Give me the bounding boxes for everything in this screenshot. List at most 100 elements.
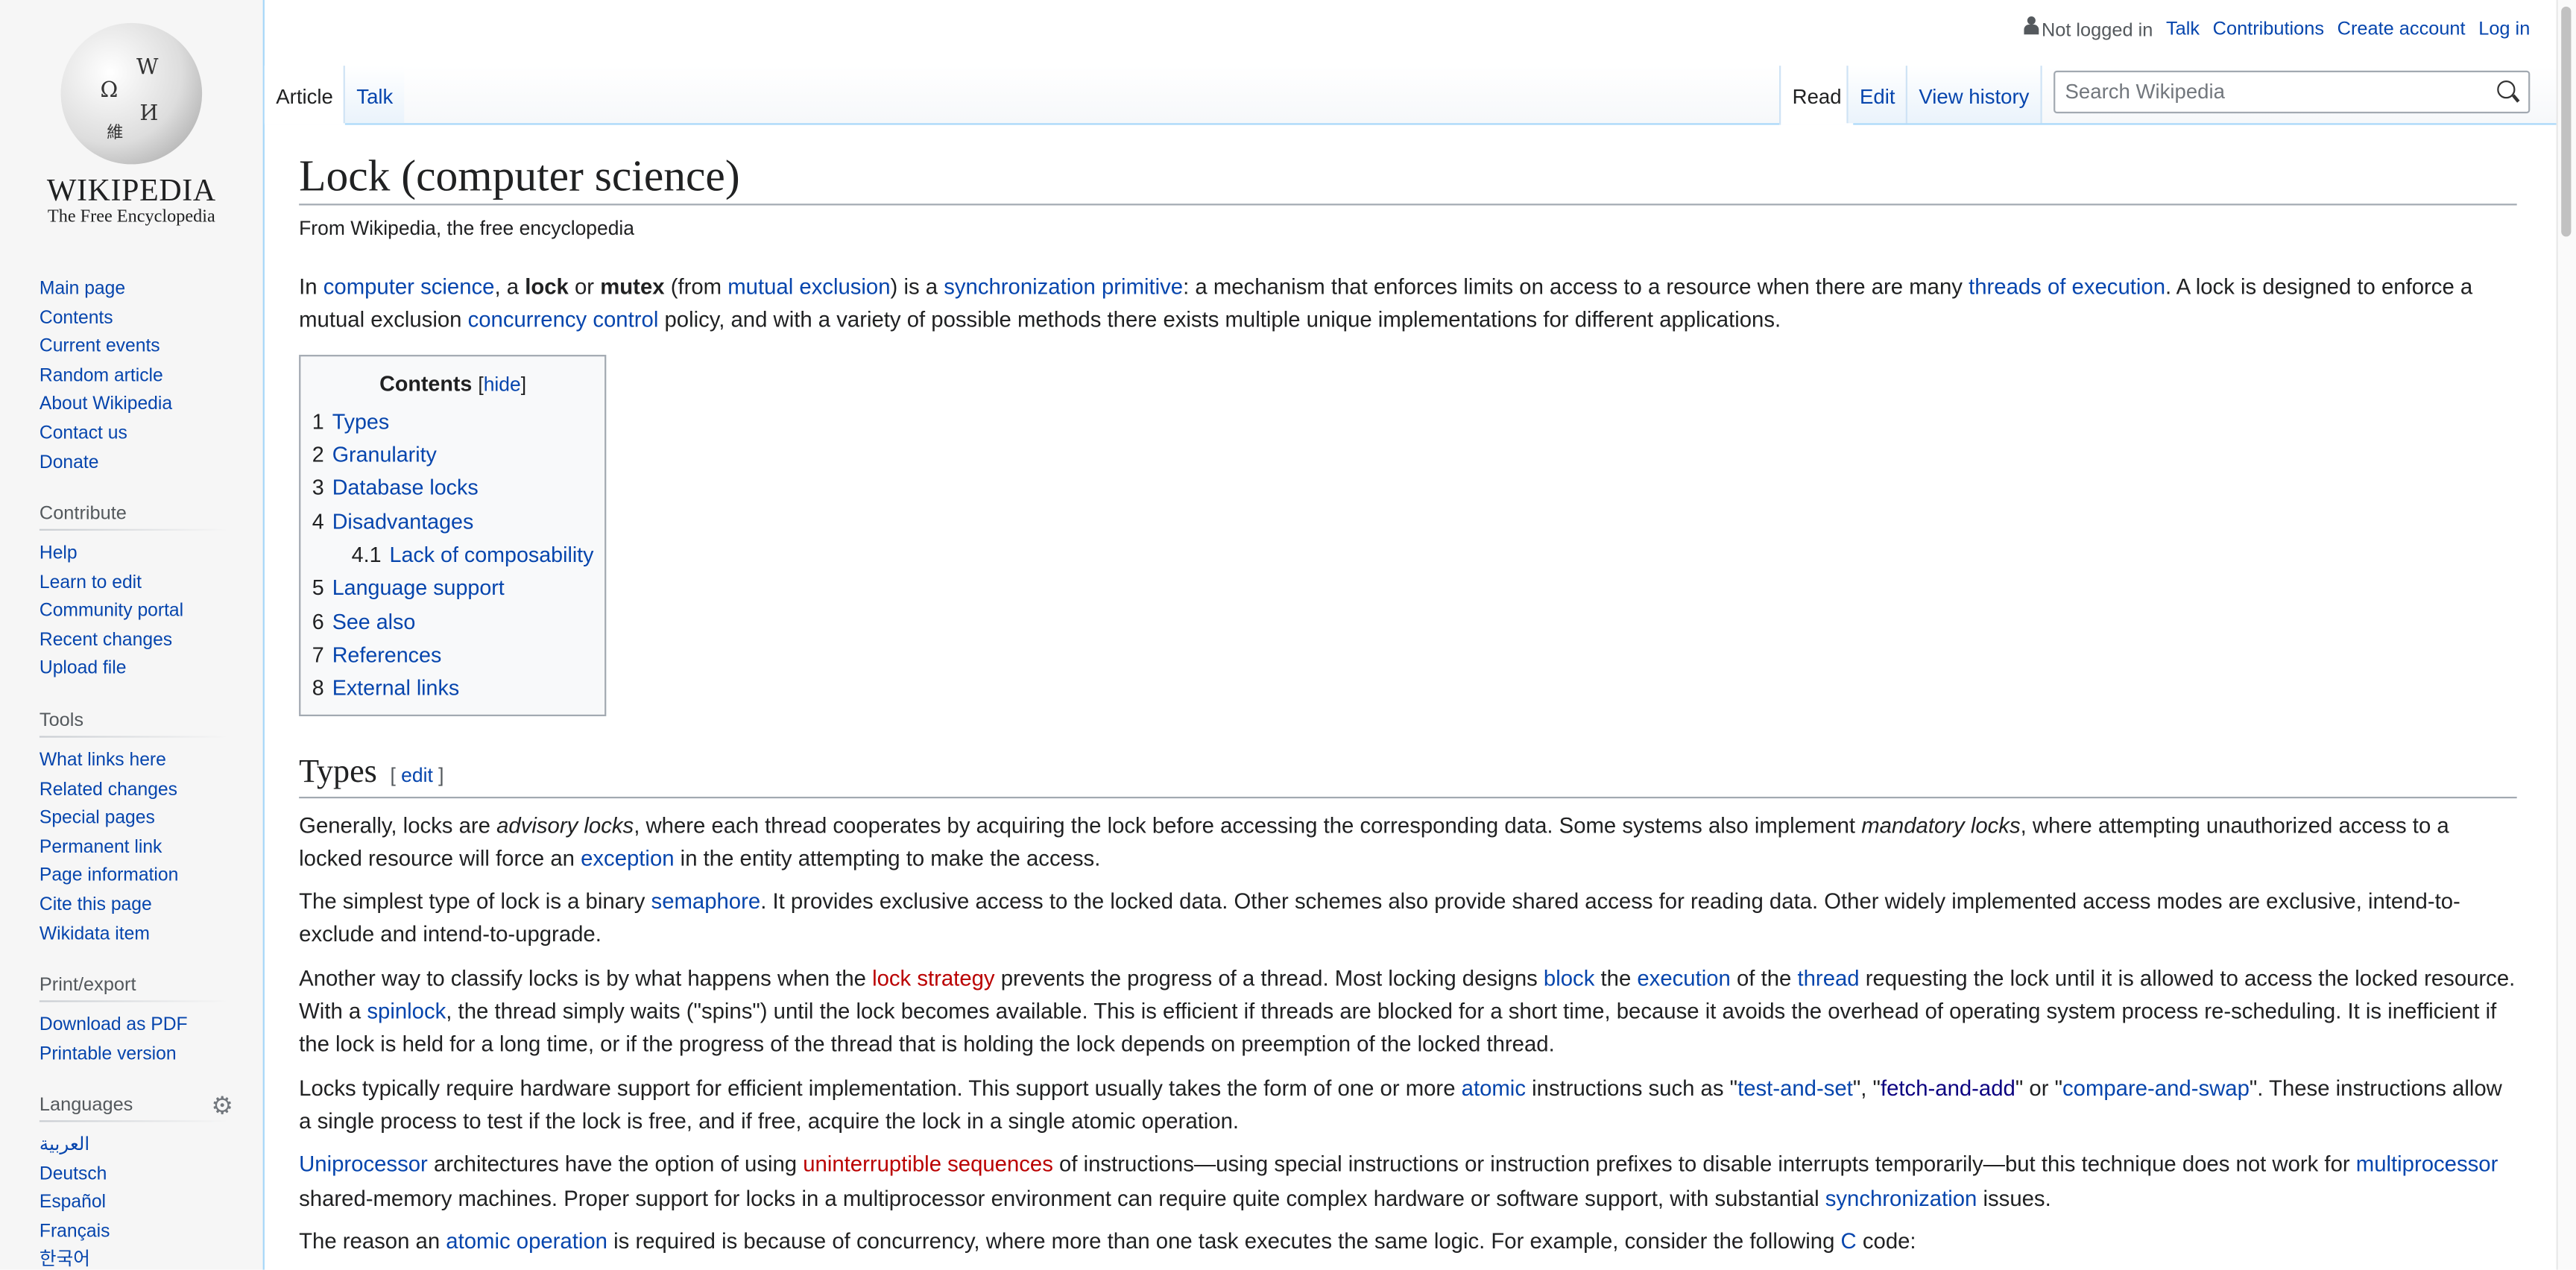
article-link[interactable]: uninterruptible sequences — [803, 1152, 1053, 1177]
toc-title: Contents — [379, 370, 473, 396]
sidebar-contribute-link[interactable]: Upload file — [40, 660, 127, 679]
list-item: Français — [40, 1219, 227, 1248]
article-link[interactable]: compare-and-swap — [2062, 1075, 2250, 1100]
toc-link[interactable]: Database locks — [332, 476, 479, 500]
sidebar-nav-link[interactable]: About Wikipedia — [40, 395, 172, 414]
sidebar-nav-link[interactable]: Donate — [40, 452, 99, 472]
sidebar-nav-link[interactable]: Contents — [40, 308, 113, 327]
article-link[interactable]: Uniprocessor — [299, 1152, 428, 1177]
article-link[interactable]: threads of execution — [1969, 274, 2165, 299]
sidebar-language-link[interactable]: 한국어 — [40, 1251, 90, 1270]
sidebar-language-link[interactable]: Deutsch — [40, 1164, 107, 1184]
sidebar-tools-link[interactable]: Page information — [40, 866, 178, 885]
list-item: Printable version — [40, 1041, 227, 1070]
article-link[interactable]: computer science — [323, 274, 495, 299]
article-link[interactable]: synchronization primitive — [944, 274, 1183, 299]
list-item: Main page — [40, 276, 227, 305]
article-link[interactable]: synchronization — [1825, 1185, 1977, 1210]
list-item: Upload file — [40, 656, 227, 685]
toc-link[interactable]: External links — [332, 675, 459, 700]
toc-link[interactable]: Disadvantages — [332, 509, 474, 534]
toc-item[interactable]: 6 See also — [312, 606, 594, 639]
paragraph: Generally, locks are advisory locks, whe… — [299, 809, 2517, 876]
toc-item[interactable]: 4 Disadvantages — [312, 505, 594, 539]
tab-read[interactable]: Read — [1779, 66, 1853, 125]
paragraph: The reason an atomic operation is requir… — [299, 1225, 2517, 1259]
article-link[interactable]: execution — [1637, 965, 1730, 990]
toc-item[interactable]: 1 Types — [312, 405, 594, 439]
article-link[interactable]: test-and-set — [1737, 1075, 1853, 1100]
article-link[interactable]: multiprocessor — [2356, 1152, 2498, 1177]
sidebar-nav-link[interactable]: Contact us — [40, 424, 127, 443]
sidebar-tools-link[interactable]: Related changes — [40, 780, 177, 799]
toc-item[interactable]: 8 External links — [312, 672, 594, 706]
article-link[interactable]: concurrency control — [468, 308, 659, 332]
sidebar-language-link[interactable]: العربية — [40, 1135, 89, 1154]
text-run: , a — [494, 274, 525, 300]
personal-talk-link[interactable]: Talk — [2166, 19, 2200, 38]
sidebar-tools-link[interactable]: What links here — [40, 751, 166, 770]
article-link[interactable]: exception — [581, 846, 674, 871]
sidebar-tools-link[interactable]: Permanent link — [40, 838, 162, 857]
sidebar-tools-link[interactable]: Cite this page — [40, 895, 152, 914]
article-link[interactable]: spinlock — [367, 999, 446, 1023]
list-item: Cite this page — [40, 892, 227, 921]
toc-item[interactable]: 2 Granularity — [312, 439, 594, 473]
toc-link[interactable]: Language support — [332, 575, 505, 600]
wikipedia-logo[interactable]: ΩWИ維 Wikipedia The Free Encyclopedia — [40, 16, 224, 233]
user-icon — [2023, 16, 2039, 36]
sidebar-language-link[interactable]: Español — [40, 1193, 106, 1213]
scrollbar-thumb[interactable] — [2561, 6, 2572, 237]
toc-link[interactable]: Granularity — [332, 442, 437, 467]
section-edit-link[interactable]: edit — [401, 763, 433, 786]
paragraph: In computer science, a lock or mutex (fr… — [299, 271, 2517, 338]
article-link[interactable]: atomic — [1462, 1075, 1526, 1100]
toc-item[interactable]: 4.1 Lack of composability — [312, 539, 594, 572]
sidebar-contribute-link[interactable]: Recent changes — [40, 631, 172, 650]
toc-item[interactable]: 5 Language support — [312, 572, 594, 606]
sidebar-print-link[interactable]: Printable version — [40, 1044, 177, 1064]
article-link[interactable]: atomic operation — [446, 1228, 607, 1253]
tab-edit[interactable]: Edit — [1846, 66, 1907, 124]
toc-link[interactable]: See also — [332, 609, 416, 634]
text-run: , where each thread cooperates by acquir… — [634, 812, 1862, 838]
sidebar-nav-link[interactable]: Random article — [40, 366, 163, 385]
tab-article[interactable]: Article — [264, 66, 345, 125]
sidebar-contribute-link[interactable]: Help — [40, 544, 78, 563]
toc-link[interactable]: References — [332, 642, 442, 667]
toc-item[interactable]: 3 Database locks — [312, 473, 594, 506]
sidebar-language-link[interactable]: Français — [40, 1222, 110, 1241]
toc-link[interactable]: Lack of composability — [390, 543, 594, 567]
contributions-link[interactable]: Contributions — [2213, 19, 2324, 38]
log-in-link[interactable]: Log in — [2478, 19, 2530, 38]
list-item: Related changes — [40, 777, 227, 806]
toc-item[interactable]: 7 References — [312, 639, 594, 672]
sidebar-tools-link[interactable]: Special pages — [40, 809, 155, 828]
create-account-link[interactable]: Create account — [2337, 19, 2466, 38]
sidebar-print-link[interactable]: Download as PDF — [40, 1015, 188, 1034]
toc-link[interactable]: Types — [332, 409, 389, 434]
article-link[interactable]: thread — [1797, 965, 1859, 990]
search-icon[interactable] — [2497, 80, 2516, 99]
search-input[interactable] — [2065, 80, 2460, 104]
logo-wordmark: Wikipedia — [46, 174, 216, 209]
toc-number: 4 — [312, 508, 324, 534]
article-link[interactable]: mutual exclusion — [727, 274, 890, 299]
contribute-portal: Contribute Help Learn to edit Community por… — [39, 504, 227, 685]
article-link[interactable]: block — [1544, 965, 1594, 990]
sidebar-contribute-link[interactable]: Community portal — [40, 601, 183, 621]
sidebar-tools-link[interactable]: Wikidata item — [40, 924, 150, 944]
sidebar-contribute-link[interactable]: Learn to edit — [40, 572, 142, 592]
sidebar-nav-link[interactable]: Current events — [40, 337, 160, 356]
article-link[interactable]: C — [1841, 1228, 1857, 1253]
tab-view-history[interactable]: View history — [1905, 66, 2043, 124]
article-link[interactable]: lock strategy — [872, 965, 995, 990]
list-item: العربية — [40, 1132, 227, 1161]
gear-icon[interactable]: ⚙ — [211, 1091, 233, 1120]
toc-hide-link[interactable]: hide — [484, 372, 521, 395]
article-link[interactable]: semaphore — [651, 889, 761, 914]
article-link[interactable]: fetch-and-add — [1881, 1075, 2015, 1100]
sidebar-nav-link[interactable]: Main page — [40, 279, 125, 299]
tab-talk[interactable]: Talk — [343, 66, 405, 124]
scrollbar[interactable] — [2556, 0, 2576, 1270]
